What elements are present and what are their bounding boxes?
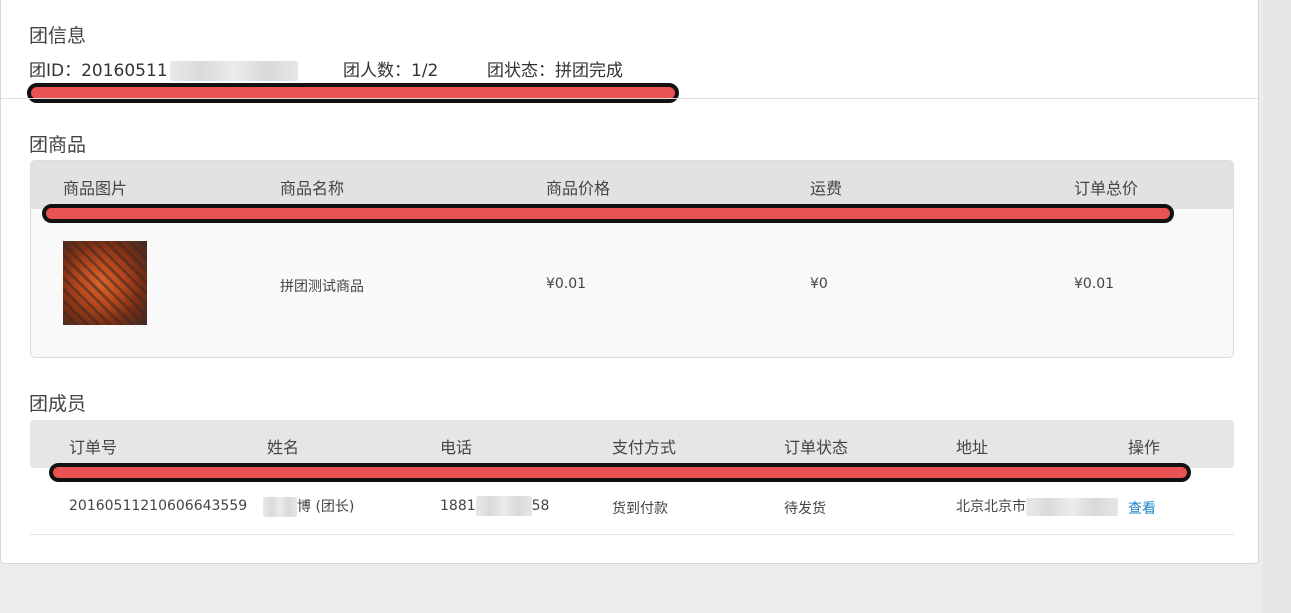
blurred-address	[1026, 498, 1118, 516]
col-payment: 支付方式	[612, 438, 677, 457]
redaction-mark	[49, 463, 1191, 482]
col-goods-image: 商品图片	[63, 179, 128, 198]
member-phone-prefix: 1881	[440, 498, 476, 514]
member-payment: 货到付款	[612, 501, 668, 517]
redaction-mark	[42, 204, 1174, 223]
member-order-status: 待发货	[784, 501, 826, 517]
redaction-mark	[27, 83, 679, 103]
group-id-text: 团ID：20160511	[29, 61, 168, 81]
group-status: 团状态：拼团完成	[487, 61, 623, 81]
col-order-total: 订单总价	[1074, 179, 1139, 198]
row-divider	[30, 534, 1234, 535]
col-order-status: 订单状态	[784, 438, 849, 457]
group-detail-card: 团信息 团ID：20160511 团人数：1/2 团状态：拼团完成 团商品 商品…	[0, 0, 1259, 564]
col-action: 操作	[1128, 438, 1161, 457]
member-phone-suffix: 58	[531, 498, 550, 514]
section-divider	[1, 98, 1258, 99]
goods-table-header: 商品图片 商品名称 商品价格 运费 订单总价	[31, 161, 1233, 209]
group-members-title: 团成员	[29, 393, 87, 415]
group-member-count: 团人数：1/2	[343, 61, 439, 81]
member-phone: 1881 58	[440, 496, 549, 516]
goods-table: 商品图片 商品名称 商品价格 运费 订单总价 拼团测试商品 ¥0.01 ¥0 ¥…	[30, 160, 1234, 358]
col-goods-price: 商品价格	[546, 179, 611, 198]
members-table-header: 订单号 姓名 电话 支付方式 订单状态 地址 操作	[30, 420, 1234, 468]
group-goods-title: 团商品	[29, 134, 87, 156]
col-order-no: 订单号	[69, 438, 118, 457]
member-address: 北京北京市	[956, 496, 1118, 516]
view-order-link[interactable]: 查看	[1128, 498, 1156, 518]
group-id: 团ID：20160511	[29, 56, 298, 81]
goods-thumbnail[interactable]	[63, 241, 147, 325]
col-goods-name: 商品名称	[280, 179, 345, 198]
blurred-id	[169, 61, 298, 81]
goods-name: 拼团测试商品	[280, 279, 364, 295]
col-name: 姓名	[267, 438, 300, 457]
col-address: 地址	[956, 438, 989, 457]
blurred-name	[263, 497, 297, 517]
col-shipping: 运费	[810, 179, 843, 198]
goods-shipping: ¥0	[810, 276, 828, 292]
window-gutter	[1263, 0, 1291, 613]
member-name: 博 (团长)	[263, 496, 354, 517]
member-order-no: 20160511210606643559	[69, 498, 248, 514]
goods-price: ¥0.01	[546, 276, 587, 292]
group-info-title: 团信息	[29, 25, 87, 47]
member-address-prefix: 北京北京市	[956, 499, 1026, 515]
member-name-suffix: 博 (团长)	[297, 499, 355, 515]
blurred-phone	[475, 496, 532, 516]
goods-total: ¥0.01	[1074, 276, 1115, 292]
col-phone: 电话	[440, 438, 473, 457]
